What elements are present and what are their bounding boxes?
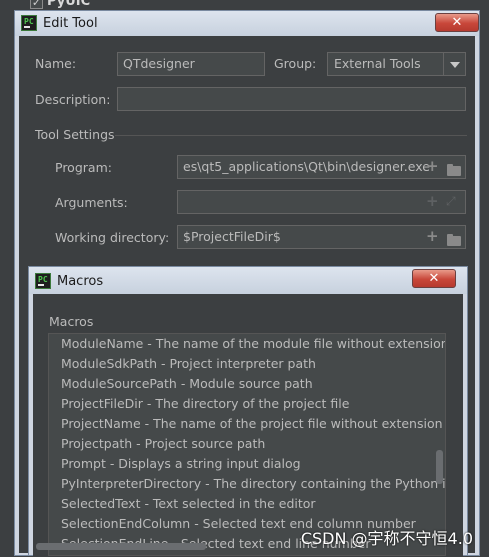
macros-section-label: Macros: [49, 314, 94, 329]
macros-title: Macros: [57, 274, 104, 289]
description-label: Description:: [35, 92, 111, 107]
list-item[interactable]: PyInterpreterDirectory - The directory c…: [49, 474, 445, 494]
vertical-scrollbar[interactable]: [436, 450, 443, 484]
group-combobox[interactable]: External Tools: [327, 52, 466, 76]
arguments-input[interactable]: [177, 190, 466, 214]
program-label: Program:: [55, 160, 112, 175]
edit-tool-title: Edit Tool: [43, 16, 98, 31]
watermark: CSDN @宇称不守恒4.0: [300, 529, 473, 548]
horizontal-scrollbar[interactable]: [36, 543, 206, 550]
tool-settings-divider: [115, 135, 467, 136]
name-input[interactable]: QTdesigner: [117, 52, 265, 76]
name-label: Name:: [35, 56, 77, 71]
insert-macro-plus-icon[interactable]: +: [426, 157, 439, 175]
program-input[interactable]: es\qt5_applications\Qt\bin\designer.exe: [177, 155, 466, 179]
macros-close-button[interactable]: ✕: [412, 269, 456, 288]
description-input[interactable]: [117, 87, 466, 111]
working-directory-label: Working directory:: [55, 230, 170, 245]
browse-folder-icon[interactable]: [447, 164, 461, 176]
list-item[interactable]: ModuleSourcePath - Module source path: [49, 374, 445, 394]
pycharm-icon: PC: [35, 273, 51, 289]
working-directory-input[interactable]: $ProjectFileDir$: [177, 225, 466, 249]
list-item[interactable]: ProjectFileDir - The directory of the pr…: [49, 394, 445, 414]
list-item[interactable]: Prompt - Displays a string input dialog: [49, 454, 445, 474]
pyuic-label: PyUIC: [47, 0, 91, 9]
list-item[interactable]: ModuleSdkPath - Project interpreter path: [49, 354, 445, 374]
working-dir-folder-icon[interactable]: [447, 234, 461, 246]
list-item[interactable]: ModuleName - The name of the module file…: [49, 334, 445, 354]
arguments-plus-icon[interactable]: +: [426, 192, 439, 210]
macros-titlebar[interactable]: PC Macros ✕: [29, 267, 467, 294]
edit-tool-titlebar[interactable]: PC Edit Tool ✕: [15, 11, 479, 36]
pyuic-checkbox[interactable]: ✓: [30, 0, 43, 9]
list-item[interactable]: ProjectName - The name of the project fi…: [49, 414, 445, 434]
list-item[interactable]: SelectedText - Text selected in the edit…: [49, 494, 445, 514]
edit-tool-close-button[interactable]: ✕: [435, 13, 479, 32]
group-selected-value: External Tools: [334, 56, 421, 71]
tool-settings-heading: Tool Settings: [35, 127, 115, 142]
group-label: Group:: [274, 56, 317, 71]
arguments-label: Arguments:: [55, 195, 128, 210]
list-item[interactable]: Projectpath - Project source path: [49, 434, 445, 454]
expand-icon[interactable]: ⤢: [446, 194, 456, 209]
macros-list: ModuleName - The name of the module file…: [48, 333, 446, 556]
working-dir-plus-icon[interactable]: +: [426, 227, 439, 245]
chevron-down-icon[interactable]: [443, 53, 465, 75]
pycharm-icon: PC: [21, 15, 37, 31]
